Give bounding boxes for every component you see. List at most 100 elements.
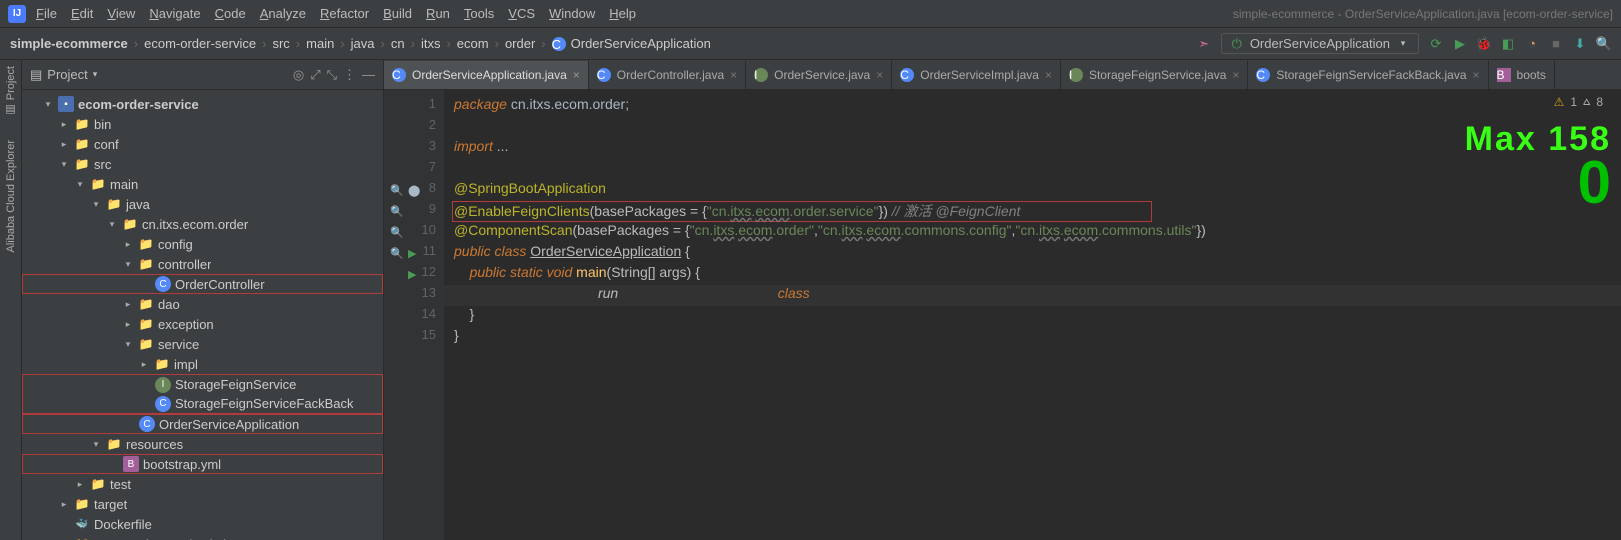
tree-item[interactable]: ▾resources [22, 434, 383, 454]
run-config-select[interactable]: ⏻ OrderServiceApplication ▾ [1221, 33, 1419, 54]
tree-item[interactable]: ecom-order-service.iml [22, 534, 383, 540]
menu-window[interactable]: Window [549, 6, 595, 21]
breadcrumb-item[interactable]: java [351, 36, 375, 51]
expand-icon[interactable]: ⤢ [310, 67, 320, 83]
tree-item[interactable]: ▾src [22, 154, 383, 174]
menu-build[interactable]: Build [383, 6, 412, 21]
code-line[interactable]: } [444, 327, 1621, 348]
close-icon[interactable]: × [573, 68, 580, 82]
breadcrumb-item[interactable]: COrderServiceApplication [552, 36, 711, 51]
compass-icon[interactable]: ➣ [1197, 37, 1211, 51]
search-gutter-icon[interactable]: 🔍 [390, 247, 404, 260]
tree-item[interactable]: ▾java [22, 194, 383, 214]
java-c-icon: C [900, 68, 914, 82]
play-gutter-icon[interactable]: ▶ [408, 247, 416, 260]
left-tab-project[interactable]: ▤ Project [4, 66, 17, 116]
menu-navigate[interactable]: Navigate [149, 6, 200, 21]
project-view-select[interactable]: ▤ Project ▾ [30, 67, 97, 83]
play-gutter-icon[interactable]: ▶ [408, 268, 416, 281]
hide-icon[interactable]: — [362, 67, 375, 82]
project-tree[interactable]: ▾▪ecom-order-service▸bin▸conf▾src▾main▾j… [22, 90, 383, 540]
menu-edit[interactable]: Edit [71, 6, 93, 21]
dot-gutter-icon[interactable]: ⬤ [408, 184, 420, 197]
breadcrumb-item[interactable]: src [272, 36, 289, 51]
tree-item[interactable]: ▸conf [22, 134, 383, 154]
code-area[interactable]: ⚠1 ⩟8 Max 158 0 package cn.itxs.ecom.ord… [444, 90, 1621, 540]
tree-item[interactable]: ▸config [22, 234, 383, 254]
menu-vcs[interactable]: VCS [508, 6, 535, 21]
tree-item[interactable]: ▾controller [22, 254, 383, 274]
run-icon[interactable]: ▶ [1453, 37, 1467, 51]
editor-tab[interactable]: Bboots [1489, 61, 1555, 89]
editor-tab[interactable]: COrderServiceImpl.java× [892, 61, 1061, 89]
close-icon[interactable]: × [876, 68, 883, 82]
build-icon[interactable]: ⟳ [1429, 37, 1443, 51]
tree-item[interactable]: ▸impl [22, 354, 383, 374]
settings-icon[interactable]: ⋮ [343, 67, 356, 83]
editor-tab[interactable]: IStorageFeignService.java× [1061, 61, 1248, 89]
breadcrumb-item[interactable]: main [306, 36, 334, 51]
search-icon[interactable]: 🔍 [1597, 37, 1611, 51]
code-line[interactable]: import ... [444, 138, 1621, 159]
code-line[interactable]: public static void main(String[] args) { [444, 264, 1621, 285]
editor-tab[interactable]: COrderServiceApplication.java× [384, 61, 589, 89]
code-line[interactable]: package cn.itxs.ecom.order; [444, 96, 1621, 117]
left-tab-alibaba[interactable]: Alibaba Cloud Explorer [5, 140, 17, 253]
tree-item[interactable]: ▾main [22, 174, 383, 194]
code-line[interactable]: @EnableFeignClients(basePackages = {"cn.… [444, 201, 1621, 222]
tree-item[interactable]: ▸target [22, 494, 383, 514]
tree-item[interactable]: ▸test [22, 474, 383, 494]
menu-analyze[interactable]: Analyze [260, 6, 306, 21]
tree-item[interactable]: ▸exception [22, 314, 383, 334]
menu-file[interactable]: File [36, 6, 57, 21]
inspection-summary[interactable]: ⚠1 ⩟8 [1554, 94, 1603, 109]
search-gutter-icon[interactable]: 🔍 [390, 205, 404, 218]
profile-icon[interactable]: ◔ [1525, 37, 1539, 51]
collapse-icon[interactable]: ⤡ [327, 67, 337, 83]
target-icon[interactable]: ◎ [293, 67, 304, 83]
editor-tab[interactable]: CStorageFeignServiceFackBack.java× [1248, 61, 1488, 89]
tree-item[interactable]: ▸dao [22, 294, 383, 314]
code-line[interactable]: public class OrderServiceApplication { [444, 243, 1621, 264]
code-line[interactable]: @SpringBootApplication [444, 180, 1621, 201]
code-line[interactable]: @ComponentScan(basePackages = {"cn.itxs.… [444, 222, 1621, 243]
tree-item[interactable]: Bbootstrap.yml [22, 454, 383, 474]
tree-item[interactable]: COrderServiceApplication [22, 414, 383, 434]
editor-tab[interactable]: COrderController.java× [589, 61, 746, 89]
breadcrumb-item[interactable]: ecom [457, 36, 489, 51]
menu-refactor[interactable]: Refactor [320, 6, 369, 21]
coverage-icon[interactable]: ◧ [1501, 37, 1515, 51]
tree-item[interactable]: CStorageFeignServiceFackBack [22, 394, 383, 414]
breadcrumb-item[interactable]: itxs [421, 36, 441, 51]
update-icon[interactable]: ⬇ [1573, 37, 1587, 51]
code-line[interactable] [444, 159, 1621, 180]
menu-help[interactable]: Help [609, 6, 636, 21]
tree-item[interactable]: ▾cn.itxs.ecom.order [22, 214, 383, 234]
menu-run[interactable]: Run [426, 6, 450, 21]
tree-item[interactable]: ▾service [22, 334, 383, 354]
breadcrumb-item[interactable]: order [505, 36, 535, 51]
tree-item[interactable]: COrderController [22, 274, 383, 294]
breadcrumb-item[interactable]: simple-ecommerce [10, 36, 128, 51]
debug-icon[interactable]: 🐞 [1477, 37, 1491, 51]
tree-item[interactable]: IStorageFeignService [22, 374, 383, 394]
editor-tab[interactable]: IOrderService.java× [746, 61, 892, 89]
menu-view[interactable]: View [107, 6, 135, 21]
tree-item[interactable]: 🐳Dockerfile [22, 514, 383, 534]
menu-tools[interactable]: Tools [464, 6, 494, 21]
close-icon[interactable]: × [1045, 68, 1052, 82]
menu-code[interactable]: Code [215, 6, 246, 21]
editor-body[interactable]: 12378🔍⬤9🔍10🔍11🔍▶12▶131415 ⚠1 ⩟8 Max 158 … [384, 90, 1621, 540]
code-line[interactable] [444, 117, 1621, 138]
search-gutter-icon[interactable]: 🔍 [390, 184, 404, 197]
search-gutter-icon[interactable]: 🔍 [390, 226, 404, 239]
tree-item[interactable]: ▾▪ecom-order-service [22, 94, 383, 114]
code-line[interactable]: } [444, 306, 1621, 327]
stop-icon[interactable]: ■ [1549, 37, 1563, 51]
tree-item[interactable]: ▸bin [22, 114, 383, 134]
close-icon[interactable]: × [1232, 68, 1239, 82]
breadcrumb-item[interactable]: ecom-order-service [144, 36, 256, 51]
breadcrumb-item[interactable]: cn [391, 36, 405, 51]
close-icon[interactable]: × [730, 68, 737, 82]
close-icon[interactable]: × [1473, 68, 1480, 82]
